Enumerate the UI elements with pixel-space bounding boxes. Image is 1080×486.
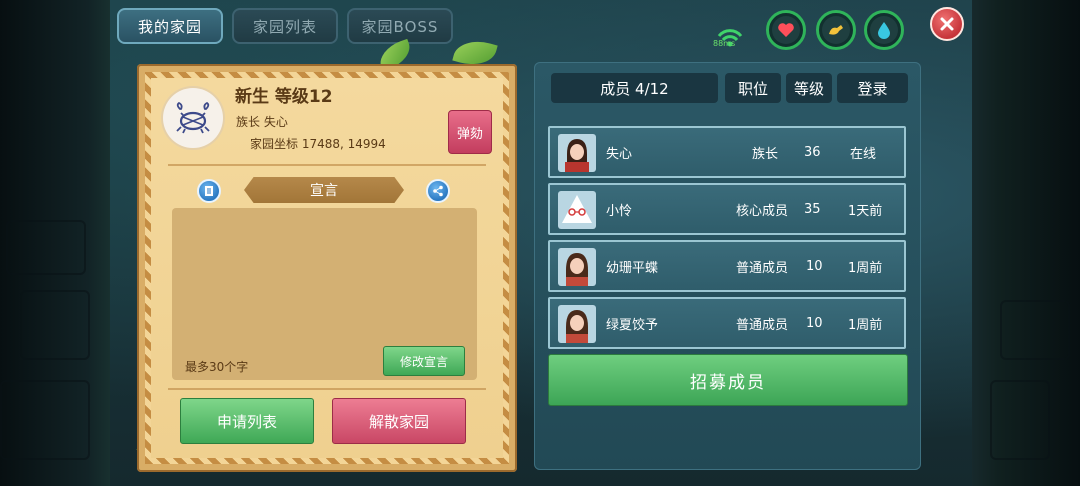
member-level: 35 bbox=[804, 201, 821, 217]
divider bbox=[168, 164, 486, 166]
member-row[interactable]: 幼珊平蝶 普通成员 10 1周前 bbox=[548, 240, 906, 292]
member-login: 在线 bbox=[850, 146, 877, 162]
share-button[interactable] bbox=[426, 179, 450, 203]
crab-icon bbox=[176, 101, 210, 134]
level-column-header[interactable]: 等级 bbox=[786, 73, 832, 103]
member-name: 小怜 bbox=[606, 203, 633, 219]
home-emblem bbox=[163, 88, 223, 148]
heart-icon bbox=[778, 23, 794, 37]
member-level: 10 bbox=[806, 315, 823, 331]
close-button[interactable] bbox=[930, 7, 964, 41]
apply-list-button[interactable]: 申请列表 bbox=[180, 398, 314, 444]
member-role: 核心成员 bbox=[736, 203, 789, 219]
water-drop-icon bbox=[878, 22, 890, 39]
water-status[interactable] bbox=[864, 10, 904, 50]
member-role: 普通成员 bbox=[736, 317, 789, 333]
member-login: 1周前 bbox=[848, 317, 883, 333]
member-avatar bbox=[558, 134, 596, 172]
notes-button[interactable] bbox=[197, 179, 221, 203]
divider bbox=[168, 388, 486, 390]
member-role: 族长 bbox=[752, 146, 779, 162]
share-icon bbox=[433, 185, 443, 197]
member-row[interactable]: 绿夏饺予 普通成员 10 1周前 bbox=[548, 297, 906, 349]
member-name: 幼珊平蝶 bbox=[606, 260, 659, 276]
strength-status[interactable] bbox=[816, 10, 856, 50]
role-column-header[interactable]: 职位 bbox=[725, 73, 781, 103]
member-level: 10 bbox=[806, 258, 823, 274]
recruit-members-button[interactable]: 招募成员 bbox=[548, 354, 908, 406]
member-role: 普通成员 bbox=[736, 260, 789, 276]
member-avatar bbox=[558, 305, 596, 343]
dissolve-home-button[interactable]: 解散家园 bbox=[332, 398, 466, 444]
girl-portrait-icon bbox=[558, 305, 596, 343]
ping-readout: 88ms bbox=[713, 39, 736, 48]
notebook-icon bbox=[205, 186, 213, 196]
member-count-header: 成员 4/12 bbox=[551, 73, 718, 103]
tab-my-home[interactable]: 我的家园 bbox=[117, 8, 223, 44]
home-name-level: 新生 等级12 bbox=[235, 87, 333, 107]
girl-portrait-icon bbox=[558, 134, 596, 172]
edit-declaration-button[interactable]: 修改宣言 bbox=[383, 346, 465, 376]
member-login: 1周前 bbox=[848, 260, 883, 276]
home-coordinates: 家园坐标 17488, 14994 bbox=[250, 137, 386, 151]
member-name: 失心 bbox=[606, 146, 633, 162]
arm-strength-icon bbox=[829, 25, 843, 35]
member-level: 36 bbox=[804, 144, 821, 160]
member-avatar bbox=[558, 191, 596, 229]
member-row[interactable]: 小怜 核心成员 35 1天前 bbox=[548, 183, 906, 235]
close-icon bbox=[940, 17, 954, 31]
member-name: 绿夏饺予 bbox=[606, 317, 659, 333]
impeach-button[interactable]: 弹劾 bbox=[448, 110, 492, 154]
white-mascot-icon bbox=[558, 191, 596, 229]
declaration-title: 宣言 bbox=[244, 177, 404, 203]
member-row[interactable]: 失心 族长 36 在线 bbox=[548, 126, 906, 178]
declaration-hint: 最多30个字 bbox=[185, 360, 249, 374]
home-leader: 族长 失心 bbox=[236, 115, 288, 129]
health-status[interactable] bbox=[766, 10, 806, 50]
member-login: 1天前 bbox=[848, 203, 883, 219]
left-scenery bbox=[0, 0, 110, 486]
tab-home-boss[interactable]: 家园BOSS bbox=[347, 8, 453, 44]
right-scenery bbox=[972, 0, 1080, 486]
girl-portrait-icon bbox=[558, 248, 596, 286]
login-column-header[interactable]: 登录 bbox=[837, 73, 908, 103]
member-avatar bbox=[558, 248, 596, 286]
tab-home-list[interactable]: 家园列表 bbox=[232, 8, 338, 44]
